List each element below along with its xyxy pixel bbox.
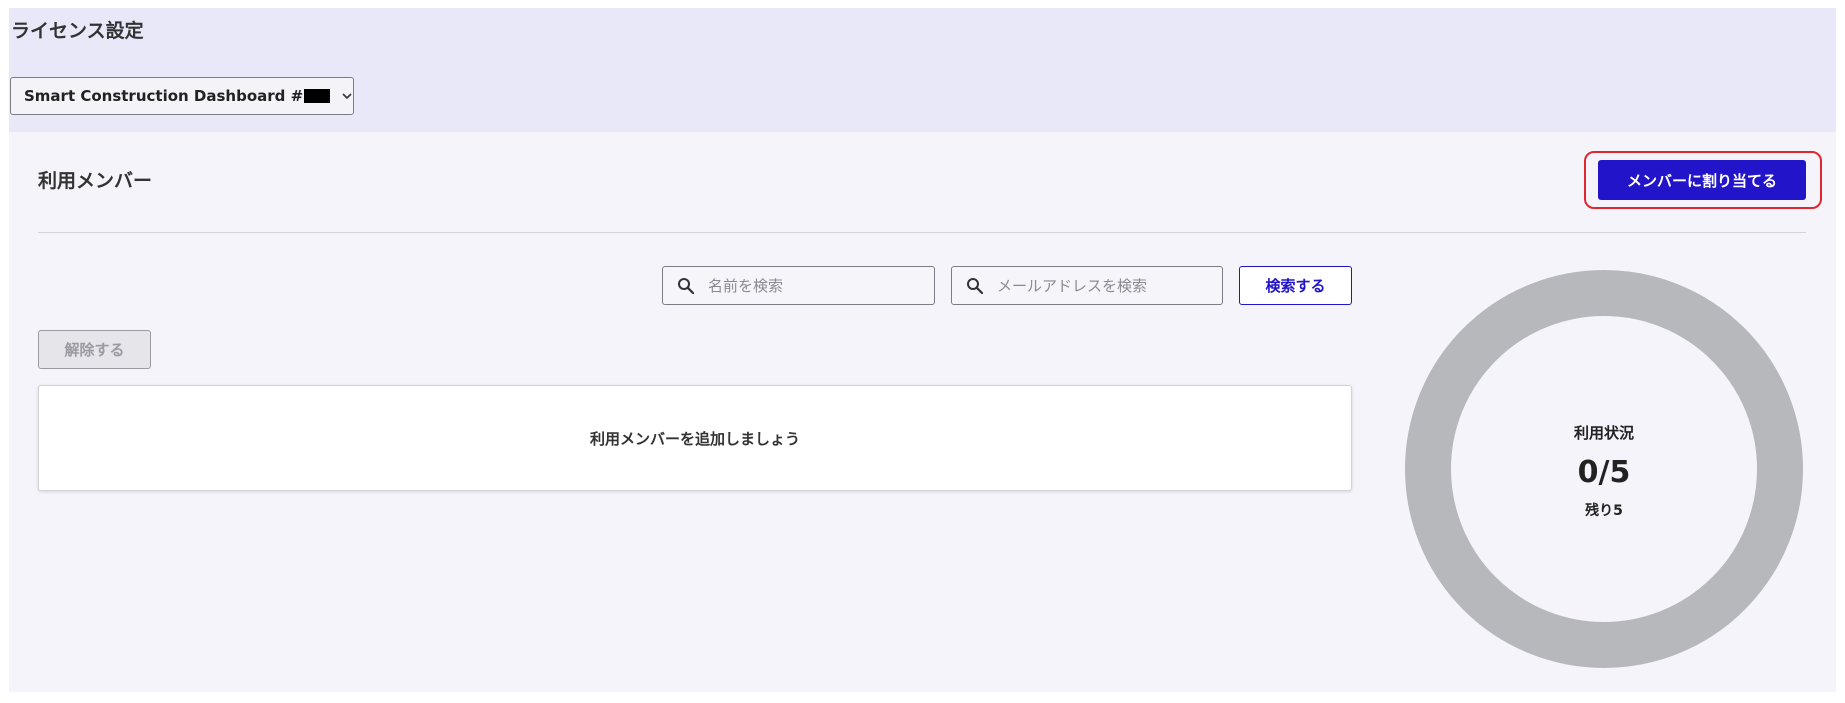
search-icon [966,277,984,295]
usage-title: 利用状況 [1573,424,1634,442]
assign-member-button[interactable]: メンバーに割り当てる [1598,160,1806,200]
remove-button[interactable]: 解除する [38,330,151,369]
section-title: 利用メンバー [38,170,153,192]
member-list-empty: 利用メンバーを追加しましょう [38,385,1352,491]
redacted-block [304,89,330,103]
name-search-field[interactable] [662,266,935,305]
search-icon [677,277,695,295]
product-select[interactable]: Smart Construction Dashboard # [10,77,354,115]
usage-count: 0/5 [1577,455,1631,490]
email-search-field[interactable] [951,266,1223,305]
email-search-input[interactable] [997,276,1197,295]
page-title: ライセンス設定 [11,20,144,42]
product-select-label: Smart Construction Dashboard # [24,87,304,105]
chevron-down-icon [341,90,353,102]
divider [38,232,1806,233]
usage-remaining: 残り5 [1585,503,1623,519]
empty-message: 利用メンバーを追加しましょう [589,429,800,448]
name-search-input[interactable] [708,276,908,295]
search-button[interactable]: 検索する [1239,266,1352,305]
